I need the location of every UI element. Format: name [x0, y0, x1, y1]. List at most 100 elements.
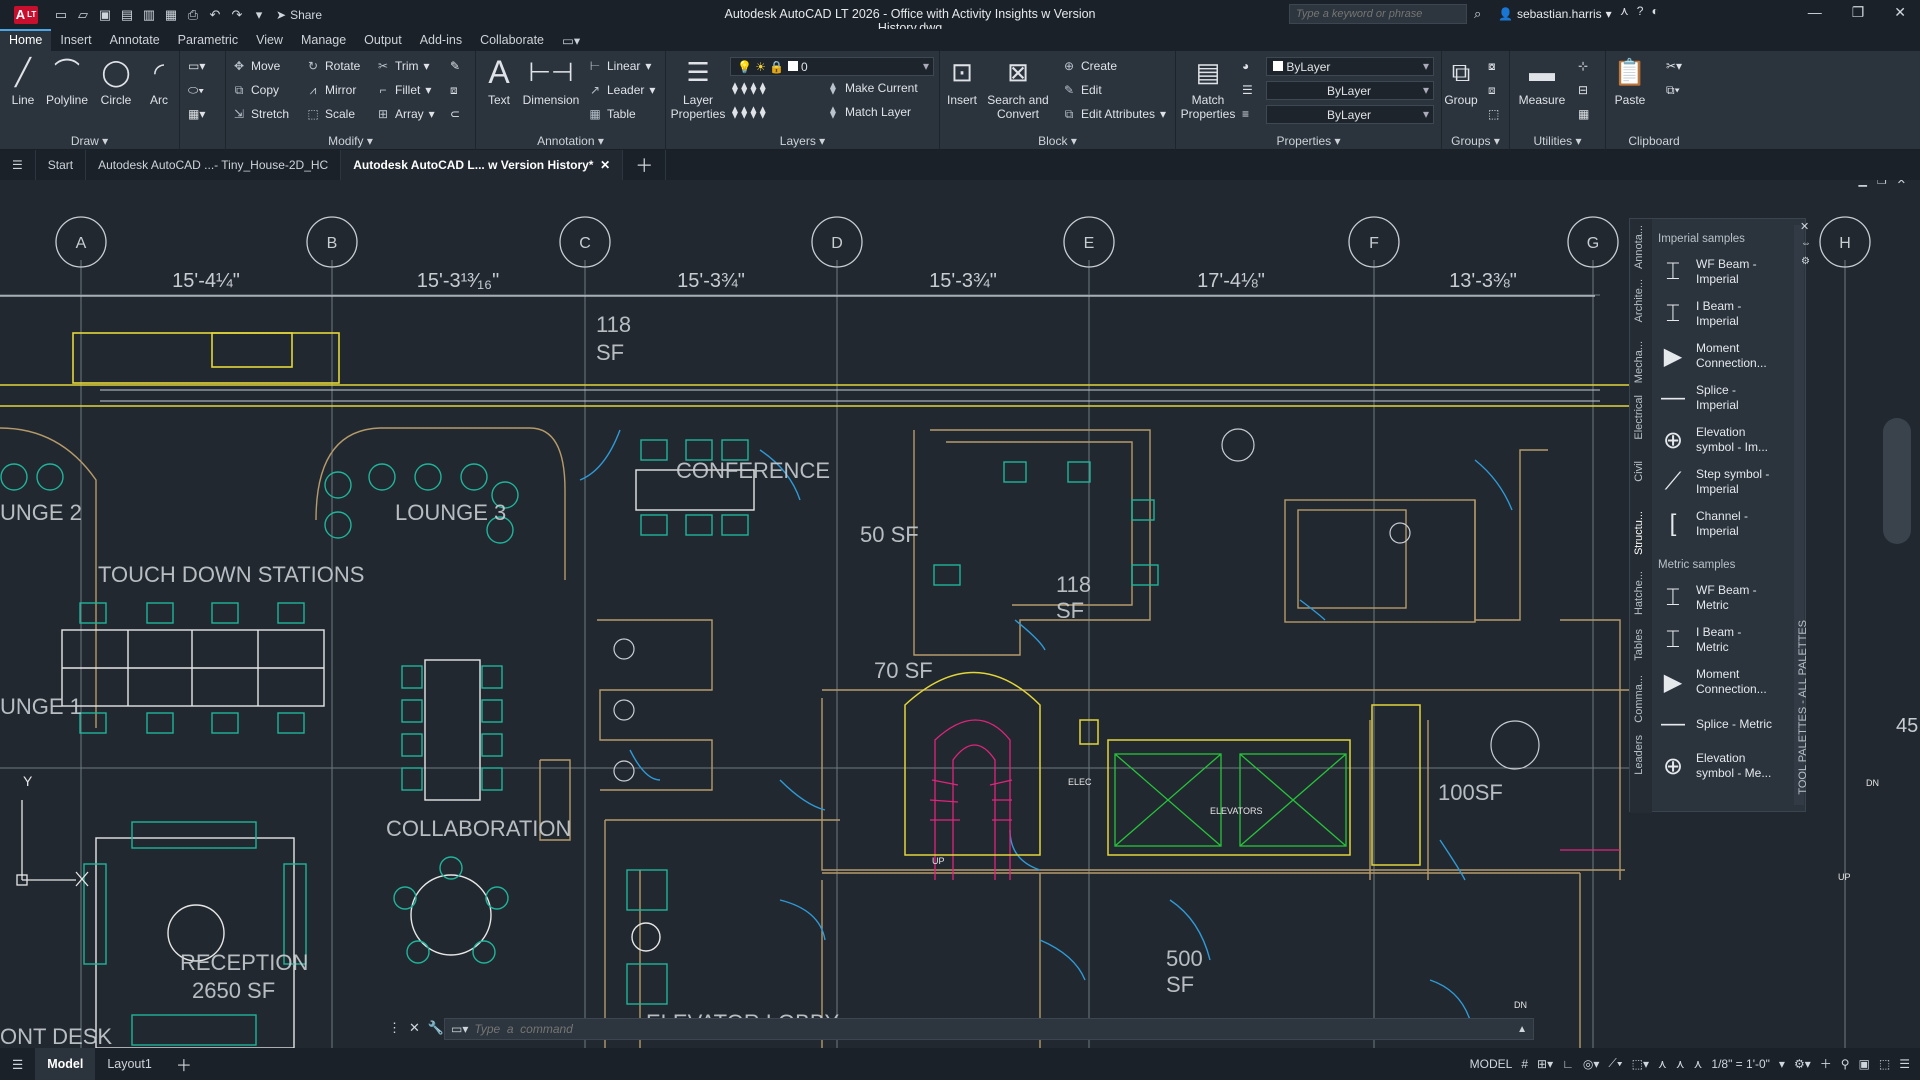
- modify-panel-title[interactable]: Modify ▾: [226, 134, 475, 148]
- palette-close-icon[interactable]: ✕: [1800, 220, 1809, 233]
- palette-tab-electrical[interactable]: Electrical: [1633, 395, 1645, 440]
- insert-button[interactable]: ⊡ Insert: [942, 55, 982, 107]
- rectangle-icon[interactable]: ▭▾: [188, 59, 205, 73]
- command-prompt-icon[interactable]: ▭▾: [445, 1022, 468, 1036]
- doc-tab-tiny-house[interactable]: Autodesk AutoCAD ...- Tiny_House-2D_HC: [86, 150, 342, 180]
- edit-block-button[interactable]: ✎ Edit: [1062, 83, 1102, 97]
- arc-button[interactable]: ◜ Arc: [142, 55, 176, 107]
- command-customize-icon[interactable]: 🔧: [428, 1020, 444, 1036]
- color-wheel-icon[interactable]: ◕: [1242, 59, 1249, 73]
- customize-status-icon[interactable]: ☰: [1899, 1057, 1910, 1071]
- restore-icon[interactable]: ❐: [1852, 4, 1865, 21]
- quick-select-icon[interactable]: ⊟: [1578, 83, 1588, 97]
- palette-properties-icon[interactable]: ⚙: [1801, 256, 1810, 267]
- clean-screen-icon[interactable]: ⬚: [1879, 1057, 1890, 1071]
- rotate-button[interactable]: ↻ Rotate: [306, 59, 360, 73]
- palette-item-i-beam-metric[interactable]: ⌶ I Beam - Metric: [1654, 619, 1794, 661]
- command-history-icon[interactable]: ▲: [1517, 1024, 1527, 1035]
- color-dropdown[interactable]: ByLayer: [1266, 57, 1434, 76]
- palette-item-moment-connection-imperial[interactable]: ▶ Moment Connection...: [1654, 335, 1794, 377]
- properties-panel-title[interactable]: Properties ▾: [1176, 134, 1441, 148]
- auto-scale-icon[interactable]: ⋏: [1676, 1057, 1685, 1071]
- match-layer-button[interactable]: ⧫ Match Layer: [826, 105, 911, 119]
- explode-icon[interactable]: ⧈: [450, 83, 458, 98]
- snap-icon[interactable]: ⊞▾: [1537, 1057, 1553, 1071]
- doc-tab-office[interactable]: Autodesk AutoCAD L... w Version History*…: [341, 150, 624, 180]
- dimension-button[interactable]: ⊢⊣ Dimension: [520, 55, 582, 107]
- paste-button[interactable]: 📋 Paste: [1612, 55, 1648, 107]
- polyline-button[interactable]: ⌒ Polyline: [42, 55, 92, 107]
- isolate-icon[interactable]: ⚲: [1841, 1057, 1850, 1071]
- tab-collaborate[interactable]: Collaborate: [471, 29, 553, 51]
- search-icon[interactable]: ⌕: [1474, 6, 1481, 22]
- add-layout-button[interactable]: ＋: [164, 1048, 204, 1080]
- viewport-restore-icon[interactable]: ❐: [1877, 180, 1887, 187]
- clipboard-panel-title[interactable]: Clipboard: [1606, 134, 1702, 148]
- app-menu-button[interactable]: A LT: [14, 5, 38, 24]
- group-edit-icon[interactable]: ⧈: [1488, 83, 1496, 98]
- calculator-icon[interactable]: ▦: [1578, 107, 1589, 121]
- palette-tab-architectural[interactable]: Archite...: [1633, 279, 1645, 322]
- tab-output[interactable]: Output: [355, 29, 411, 51]
- palette-item-elevation-symbol-metric[interactable]: ⊕ Elevation symbol - Me...: [1654, 745, 1794, 787]
- ellipse-icon[interactable]: ⬭▾: [188, 83, 204, 98]
- share-button[interactable]: ➤ Share: [276, 8, 322, 22]
- palette-item-i-beam-imperial[interactable]: ⌶ I Beam - Imperial: [1654, 293, 1794, 335]
- lineweight-dropdown[interactable]: ByLayer: [1266, 105, 1434, 124]
- palette-item-moment-connection-metric[interactable]: ▶ Moment Connection...: [1654, 661, 1794, 703]
- plot-icon[interactable]: ▦: [162, 6, 180, 24]
- user-account[interactable]: 👤 sebastian.harris ▾: [1498, 7, 1612, 21]
- stretch-button[interactable]: ⇲ Stretch: [232, 107, 289, 121]
- close-icon[interactable]: ✕: [1894, 4, 1906, 21]
- erase-icon[interactable]: ✎: [450, 59, 460, 73]
- viewport-close-icon[interactable]: ✕: [1897, 180, 1906, 187]
- layers-panel-title[interactable]: Layers ▾: [666, 134, 939, 148]
- save-icon[interactable]: ▣: [96, 6, 114, 24]
- grid-icon[interactable]: #: [1521, 1057, 1528, 1071]
- workspace-gear-icon[interactable]: ⚙▾: [1794, 1057, 1811, 1071]
- undo-icon[interactable]: ↶: [206, 6, 224, 24]
- group-button[interactable]: ⧉ Group: [1444, 55, 1478, 107]
- file-menu-icon[interactable]: ☰: [0, 150, 36, 180]
- fillet-button[interactable]: ⌐ Fillet ▾: [376, 83, 431, 97]
- lineweight-icon[interactable]: ≡: [1242, 107, 1249, 121]
- layout-menu-icon[interactable]: ☰: [0, 1048, 35, 1080]
- palette-item-splice-metric[interactable]: — Splice - Metric: [1654, 703, 1794, 745]
- utilities-panel-title[interactable]: Utilities ▾: [1510, 134, 1605, 148]
- tab-parametric[interactable]: Parametric: [169, 29, 247, 51]
- palette-tab-leaders[interactable]: Leaders: [1633, 735, 1645, 775]
- layout1-tab[interactable]: Layout1: [95, 1048, 163, 1080]
- block-panel-title[interactable]: Block ▾: [940, 134, 1175, 148]
- palette-item-step-symbol-imperial[interactable]: ⟋ Step symbol - Imperial: [1654, 461, 1794, 503]
- palette-item-wf-beam-imperial[interactable]: ⌶ WF Beam - Imperial: [1654, 251, 1794, 293]
- command-grip-icon[interactable]: ⋮: [388, 1020, 401, 1036]
- search-convert-button[interactable]: ⊠ Search and Convert: [986, 55, 1050, 121]
- palette-item-channel-imperial[interactable]: [Channel - Imperial: [1654, 503, 1794, 545]
- linetype-dropdown[interactable]: ByLayer: [1266, 81, 1434, 100]
- trim-button[interactable]: ✂ Trim ▾: [376, 59, 430, 73]
- palette-item-wf-beam-metric[interactable]: ⌶ WF Beam - Metric: [1654, 577, 1794, 619]
- offset-icon[interactable]: ⊂: [450, 107, 460, 121]
- table-button[interactable]: ▦ Table: [588, 107, 635, 121]
- tab-view[interactable]: View: [247, 29, 292, 51]
- ribbon-display-toggle[interactable]: ▭▾: [553, 29, 589, 51]
- tab-addins[interactable]: Add-ins: [411, 29, 471, 51]
- linetype-icon[interactable]: ☰: [1242, 83, 1253, 97]
- tab-insert[interactable]: Insert: [51, 29, 100, 51]
- id-point-icon[interactable]: ⊹: [1578, 59, 1588, 73]
- plus-icon[interactable]: ＋: [1820, 1055, 1832, 1072]
- tab-home[interactable]: Home: [0, 29, 52, 51]
- new-icon[interactable]: ▭: [52, 6, 70, 24]
- model-tab[interactable]: Model: [35, 1048, 96, 1080]
- ungroup-icon[interactable]: ⧇: [1488, 59, 1496, 74]
- layer-properties-button[interactable]: ☰ Layer Properties: [668, 55, 728, 121]
- layer-dropdown[interactable]: 💡 ☀ 🔒 0: [730, 57, 934, 76]
- line-button[interactable]: ╱ Line: [4, 55, 42, 107]
- publish-icon[interactable]: ▥: [140, 6, 158, 24]
- model-space-toggle[interactable]: MODEL: [1470, 1057, 1513, 1071]
- save-as-icon[interactable]: ▤: [118, 6, 136, 24]
- palette-autohide-icon[interactable]: ⇔: [1801, 238, 1811, 249]
- qat-dropdown-icon[interactable]: ▾: [250, 6, 268, 24]
- measure-button[interactable]: ▬ Measure: [1514, 55, 1570, 107]
- help-icon[interactable]: ?: [1637, 4, 1644, 18]
